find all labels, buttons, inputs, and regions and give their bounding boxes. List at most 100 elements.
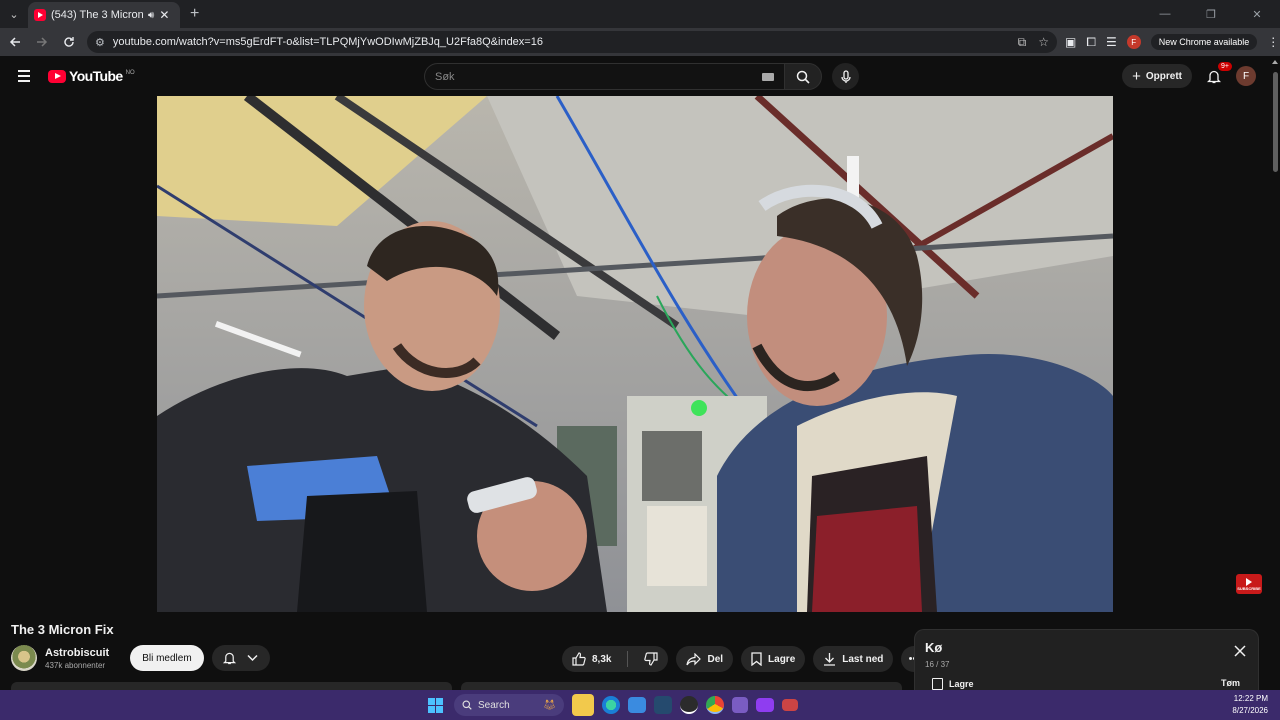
queue-panel: Kø 16 / 37 Lagre Tøm [914, 629, 1259, 690]
plus-icon: + [1132, 67, 1141, 85]
close-window-button[interactable]: ✕ [1234, 0, 1280, 28]
logo-text: YouTube [69, 68, 123, 84]
window-controls: — ❐ ✕ [1142, 0, 1280, 28]
extensions-icon[interactable]: ⧠ [1086, 35, 1096, 50]
channel-name[interactable]: Astrobiscuit [45, 647, 109, 659]
file-explorer-icon[interactable] [572, 694, 594, 716]
browser-tab-active[interactable]: (543) The 3 Micron Fix - YouTube 🔊︎ ✕ [28, 2, 180, 28]
create-label: Opprett [1145, 70, 1182, 82]
play-icon [1246, 577, 1252, 586]
reload-icon [64, 37, 74, 47]
arrow-right-icon [37, 37, 48, 47]
like-dislike-group: 8,3k [562, 646, 669, 672]
bookmark-star-icon[interactable]: ☆ [1038, 35, 1049, 50]
toolbox-icon[interactable] [782, 699, 798, 711]
install-app-icon[interactable]: ⧉ [1018, 35, 1027, 50]
maximize-button[interactable]: ❐ [1188, 0, 1234, 28]
reload-button[interactable] [57, 30, 81, 54]
download-icon [824, 653, 836, 666]
download-label: Last ned [842, 653, 884, 665]
tab-title: (543) The 3 Micron Fix - YouTube [51, 9, 143, 21]
channel-meta: Astrobiscuit 437k abonnenter [45, 647, 109, 670]
channel-row: Astrobiscuit 437k abonnenter Bli medlem [11, 645, 270, 671]
back-button[interactable] [3, 30, 27, 54]
search-placeholder: Søk [435, 70, 455, 83]
obs-icon[interactable] [680, 696, 698, 714]
start-button[interactable] [424, 694, 446, 716]
account-avatar[interactable]: F [1236, 66, 1256, 86]
queue-position: 16 / 37 [925, 660, 950, 669]
share-icon [686, 652, 702, 665]
like-button[interactable]: 8,3k [562, 646, 621, 672]
minimize-button[interactable]: — [1142, 0, 1188, 28]
bookmark-icon [751, 652, 762, 666]
channel-avatar[interactable] [11, 645, 37, 671]
youtube-play-logo-icon [48, 69, 66, 83]
new-chrome-available-button[interactable]: New Chrome available [1150, 34, 1258, 50]
join-button[interactable]: Bli medlem [130, 645, 204, 671]
keyboard-icon[interactable] [762, 72, 774, 81]
search-input[interactable]: Søk [424, 63, 784, 90]
page-scrollbar[interactable] [1270, 56, 1280, 688]
like-count: 8,3k [592, 653, 612, 665]
purple-app-icon[interactable] [756, 698, 774, 712]
video-player[interactable] [157, 96, 1113, 612]
comments-box-edge[interactable] [461, 682, 902, 690]
side-panel-icon[interactable]: ☰ [1106, 35, 1117, 49]
notifications-button[interactable]: 9+ [1204, 62, 1232, 86]
chevron-down-icon [247, 654, 258, 662]
tab-search-button[interactable]: ⌄ [0, 0, 28, 28]
site-info-icon[interactable]: ⚙ [95, 36, 105, 49]
queue-save-button[interactable]: Lagre [932, 678, 974, 690]
speaker-icon[interactable]: 🔊︎ [148, 10, 154, 21]
queue-close-button[interactable] [1234, 644, 1246, 662]
description-box-edge[interactable] [11, 682, 452, 690]
search-icon [796, 70, 810, 84]
voice-search-button[interactable] [832, 63, 859, 90]
queue-clear-button[interactable]: Tøm [1221, 678, 1240, 688]
notification-badge: 9+ [1218, 62, 1232, 71]
capture-app-icon[interactable] [732, 697, 748, 713]
taskbar-search[interactable]: Search 🦊︎ [454, 694, 564, 716]
queue-save-label: Lagre [949, 679, 974, 689]
store-icon[interactable] [628, 697, 646, 713]
save-button[interactable]: Lagre [741, 646, 806, 672]
arrow-left-icon [9, 37, 20, 47]
youtube-logo[interactable]: YouTube NO [48, 68, 135, 84]
system-clock[interactable]: 12:22 PM 8/27/2026 [1232, 693, 1268, 717]
subscription-notifications-button[interactable] [211, 645, 270, 671]
queue-title: Kø [925, 640, 943, 655]
browser-menu-icon[interactable]: ⋮ [1267, 35, 1279, 49]
subscribe-watermark-button[interactable]: SUBSCRIBE [1236, 574, 1262, 594]
browser-profile-avatar[interactable]: F [1126, 35, 1141, 49]
scrollbar-thumb[interactable] [1273, 72, 1278, 172]
clock-date: 8/27/2026 [1232, 706, 1268, 715]
search-button[interactable] [784, 63, 822, 90]
scroll-up-arrow-icon[interactable] [1272, 60, 1278, 64]
youtube-masthead: YouTube NO Søk + Opprett 9+ F [0, 56, 1270, 96]
guide-menu-icon[interactable] [18, 70, 30, 82]
create-button[interactable]: + Opprett [1122, 64, 1192, 88]
dislike-button[interactable] [634, 646, 668, 672]
edge-icon[interactable] [602, 696, 620, 714]
clock-time: 12:22 PM [1233, 694, 1268, 703]
new-tab-button[interactable]: + [190, 5, 199, 23]
forward-button[interactable] [30, 30, 54, 54]
media-control-icon[interactable]: ▣ [1065, 35, 1076, 49]
windows-logo-icon [427, 697, 443, 713]
thumbs-down-icon [644, 652, 659, 666]
search-bar: Søk [424, 63, 859, 90]
like-divider [627, 651, 629, 667]
save-label: Lagre [768, 653, 796, 665]
subscriber-count: 437k abonnenter [45, 660, 106, 670]
chrome-icon[interactable] [706, 696, 724, 714]
download-button[interactable]: Last ned [813, 646, 894, 672]
url-text: youtube.com/watch?v=ms5gErdFT-o&list=TLP… [112, 36, 543, 48]
share-button[interactable]: Del [676, 646, 734, 672]
search-highlight-icon: 🦊︎ [543, 699, 556, 711]
address-bar[interactable]: ⚙ youtube.com/watch?v=ms5gErdFT-o&list=T… [87, 31, 1057, 53]
microphone-icon [840, 69, 851, 83]
checkbox-icon [932, 678, 943, 690]
pen-app-icon[interactable] [654, 696, 672, 714]
close-tab-icon[interactable]: ✕ [159, 8, 169, 22]
